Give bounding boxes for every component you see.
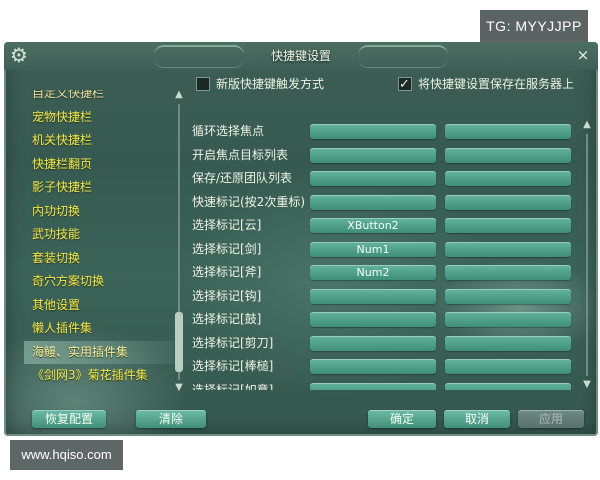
hotkey-action-label: 选择标记[剪刀] (192, 335, 274, 350)
gear-icon: ⚙ (10, 43, 28, 67)
primary-key-slot[interactable]: Num1 (310, 241, 436, 257)
hotkey-table: 循环选择焦点开启焦点目标列表 保存/还原团队列表 快速标记(按2次重标) 选择标记[云… (192, 120, 572, 390)
hotkey-row: 选择标记[云] XButton2 (192, 214, 572, 238)
watermark-bottom: www.hqiso.com (10, 440, 123, 470)
save-server-checkbox[interactable] (398, 75, 412, 95)
category-scrollbar[interactable]: ▲ ▼ (174, 90, 184, 394)
title-bar: 快捷键设置 (4, 42, 598, 70)
scroll-down-icon[interactable]: ▼ (174, 383, 184, 393)
primary-key-slot[interactable] (310, 194, 436, 210)
hotkey-action-label: 选择标记[如意] (192, 382, 274, 391)
secondary-key-slot[interactable] (445, 171, 571, 186)
category-item[interactable]: 其他设置 (24, 294, 174, 318)
secondary-key-slot[interactable] (445, 124, 571, 139)
category-item[interactable]: 自定义快捷栏 (24, 90, 174, 106)
category-item[interactable]: 奇穴方案切换 (24, 270, 174, 294)
category-item[interactable]: 《剑网3》菊花插件集 (24, 364, 174, 388)
new-trigger-checkbox[interactable] (196, 77, 210, 91)
reset-button[interactable]: 恢复配置 (32, 410, 106, 428)
hotkey-action-label: 快速标记(按2次重标) (192, 194, 305, 209)
watermark-top: TG: MYYJJPP (480, 10, 588, 42)
scroll-down-icon[interactable]: ▼ (582, 380, 592, 390)
primary-key-slot[interactable] (310, 171, 436, 186)
hotkey-action-label: 循环选择焦点 (192, 124, 265, 138)
primary-key-slot[interactable] (310, 335, 436, 351)
hotkey-row: 选择标记[如意] (192, 379, 572, 391)
scroll-track[interactable] (586, 134, 588, 376)
confirm-button[interactable]: 确定 (368, 410, 436, 428)
scroll-up-icon[interactable]: ▲ (582, 120, 592, 130)
scroll-up-icon[interactable]: ▲ (174, 90, 184, 100)
primary-key-slot[interactable]: XButton2 (310, 218, 436, 233)
apply-button[interactable]: 应用 (518, 410, 584, 428)
hotkey-row: 选择标记[剪刀] (192, 332, 572, 356)
category-item[interactable]: 内功切换 (24, 200, 174, 224)
category-item[interactable]: 宠物快捷栏 (24, 106, 174, 130)
hotkey-action-label: 选择标记[钩] (192, 288, 262, 303)
hotkey-row: 开启焦点目标列表 (192, 144, 572, 168)
new-trigger-label: 新版快捷键触发方式 (216, 77, 325, 91)
hotkey-action-label: 保存/还原团队列表 (192, 171, 293, 185)
primary-key-slot[interactable] (310, 359, 436, 374)
scroll-thumb[interactable] (175, 312, 183, 372)
primary-key-slot[interactable]: Num2 (310, 265, 436, 280)
cancel-button[interactable]: 取消 (444, 410, 510, 428)
close-icon[interactable]: × (574, 46, 592, 64)
category-item[interactable]: 套装切换 (24, 247, 174, 271)
hotkey-action-label: 开启焦点目标列表 (192, 147, 289, 162)
primary-key-slot[interactable] (310, 312, 436, 327)
secondary-key-slot[interactable] (445, 218, 571, 233)
secondary-key-slot[interactable] (445, 312, 571, 327)
primary-key-slot[interactable] (310, 124, 436, 139)
category-item[interactable]: 机关快捷栏 (24, 129, 174, 153)
primary-key-slot[interactable] (310, 147, 436, 163)
hotkey-action-label: 选择标记[斧] (192, 265, 262, 279)
hotkey-action-label: 选择标记[云] (192, 218, 262, 232)
category-item[interactable]: 懒人插件集 (24, 317, 174, 341)
hotkey-settings-window: 快捷键设置 ⚙ × 新版快捷键触发方式 将快捷键设置保存在服务器上 自定义快捷栏… (4, 42, 598, 436)
category-item[interactable]: 武功技能 (24, 223, 174, 247)
category-item[interactable]: 海鳗、实用插件集 (24, 340, 174, 364)
category-item[interactable]: 影子快捷栏 (24, 176, 174, 200)
hotkey-row: 保存/还原团队列表 (192, 167, 572, 191)
hotkey-action-label: 选择标记[剑] (192, 241, 262, 256)
hotkey-row: 选择标记[斧] Num2 (192, 261, 572, 285)
hotkey-row: 选择标记[棒槌] (192, 355, 572, 379)
category-item[interactable]: 快捷栏翻页 (24, 153, 174, 177)
hotkey-row: 选择标记[钩] (192, 285, 572, 309)
hotkey-row: 循环选择焦点 (192, 120, 572, 144)
secondary-key-slot[interactable] (445, 335, 571, 351)
hotkey-row: 选择标记[剑] Num1 (192, 238, 572, 262)
primary-key-slot[interactable] (310, 288, 436, 304)
clear-button[interactable]: 清除 (136, 410, 206, 428)
primary-key-slot[interactable] (310, 382, 436, 390)
hotkey-action-label: 选择标记[棒槌] (192, 359, 274, 373)
hotkey-row: 快速标记(按2次重标) (192, 191, 572, 215)
secondary-key-slot[interactable] (445, 265, 571, 280)
save-server-label: 将快捷键设置保存在服务器上 (418, 77, 575, 91)
secondary-key-slot[interactable] (445, 359, 571, 374)
secondary-key-slot[interactable] (445, 382, 571, 390)
hotkey-scrollbar[interactable]: ▲ ▼ (582, 120, 592, 390)
secondary-key-slot[interactable] (445, 147, 571, 163)
hotkey-action-label: 选择标记[鼓] (192, 312, 262, 326)
category-list: 自定义快捷栏 宠物快捷栏 机关快捷栏 快捷栏翻页 影子快捷栏 内功切换 武功技能 套装切换 奇穴… (24, 90, 174, 394)
window-title: 快捷键设置 (270, 49, 331, 63)
hotkey-row: 选择标记[鼓] (192, 308, 572, 332)
secondary-key-slot[interactable] (445, 194, 571, 210)
secondary-key-slot[interactable] (445, 288, 571, 304)
secondary-key-slot[interactable] (445, 241, 571, 257)
